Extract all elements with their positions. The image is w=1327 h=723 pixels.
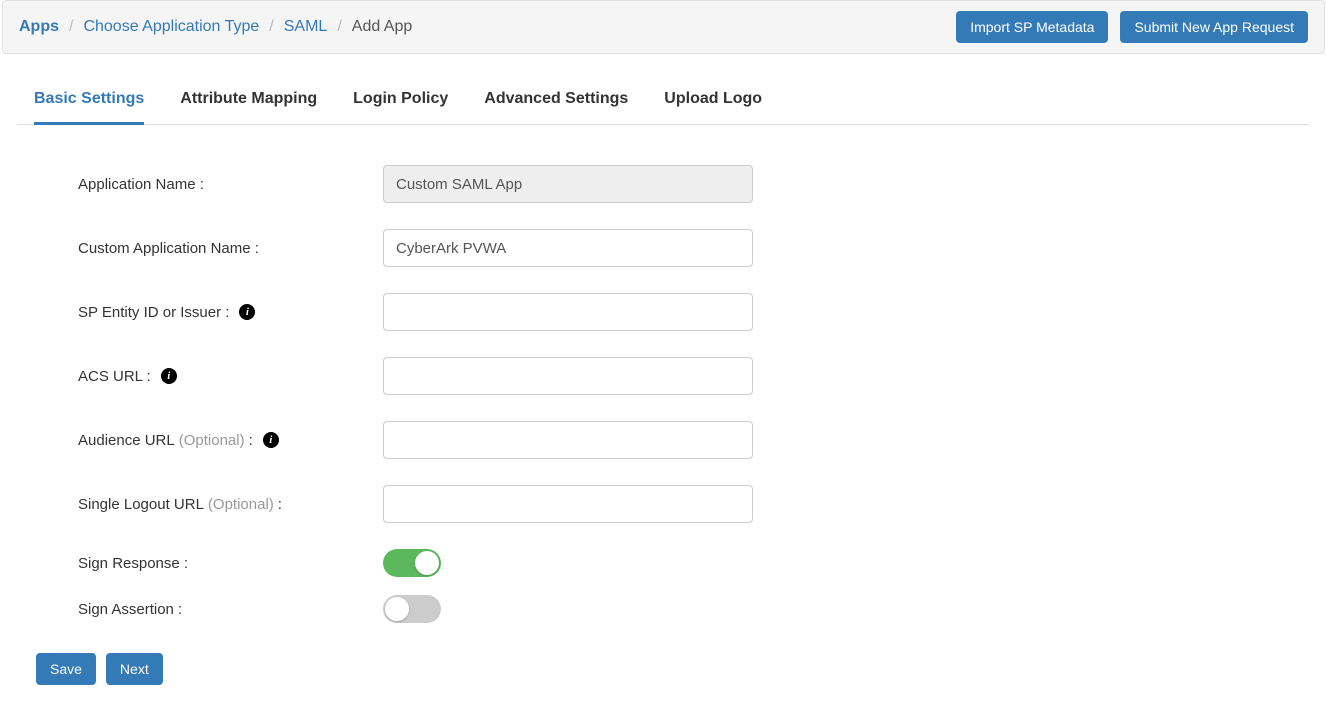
tab-attribute-mapping[interactable]: Attribute Mapping (180, 74, 317, 125)
tab-advanced-settings[interactable]: Advanced Settings (484, 74, 628, 125)
toggle-knob (385, 597, 409, 621)
breadcrumb-sep: / (337, 18, 341, 36)
label-application-name: Application Name : (78, 176, 383, 193)
tab-upload-logo[interactable]: Upload Logo (664, 74, 762, 125)
label-sp-entity-id-text: SP Entity ID or Issuer : (78, 304, 229, 321)
top-bar: Apps / Choose Application Type / SAML / … (2, 0, 1325, 54)
label-slo-optional: (Optional) (208, 496, 274, 513)
label-sp-entity-id: SP Entity ID or Issuer : i (78, 304, 383, 321)
input-sp-entity-id[interactable] (383, 293, 753, 331)
breadcrumb-saml[interactable]: SAML (284, 18, 328, 36)
label-sign-assertion: Sign Assertion : (78, 601, 383, 618)
label-audience-url-optional: (Optional) (179, 432, 245, 449)
breadcrumb-apps[interactable]: Apps (19, 18, 59, 36)
toggle-sign-assertion[interactable] (383, 595, 441, 623)
label-custom-application-name: Custom Application Name : (78, 240, 383, 257)
input-audience-url[interactable] (383, 421, 753, 459)
next-button[interactable]: Next (106, 653, 163, 685)
row-sign-response: Sign Response : (78, 549, 1309, 577)
breadcrumb-choose-type[interactable]: Choose Application Type (83, 18, 259, 36)
save-button[interactable]: Save (36, 653, 96, 685)
row-single-logout-url: Single Logout URL (Optional) : (78, 485, 1309, 523)
row-application-name: Application Name : (78, 165, 1309, 203)
label-audience-url: Audience URL (Optional) : i (78, 432, 383, 449)
breadcrumb-sep: / (69, 18, 73, 36)
label-acs-url: ACS URL : i (78, 368, 383, 385)
toggle-sign-response[interactable] (383, 549, 441, 577)
tabs: Basic Settings Attribute Mapping Login P… (18, 74, 1309, 125)
info-icon[interactable]: i (161, 368, 177, 384)
input-application-name (383, 165, 753, 203)
content: Basic Settings Attribute Mapping Login P… (0, 54, 1327, 715)
breadcrumb-sep: / (269, 18, 273, 36)
row-sign-assertion: Sign Assertion : (78, 595, 1309, 623)
submit-new-app-request-button[interactable]: Submit New App Request (1120, 11, 1308, 43)
info-icon[interactable]: i (239, 304, 255, 320)
label-sign-response: Sign Response : (78, 555, 383, 572)
row-custom-application-name: Custom Application Name : (78, 229, 1309, 267)
breadcrumb: Apps / Choose Application Type / SAML / … (19, 18, 412, 36)
breadcrumb-current: Add App (352, 18, 413, 36)
tab-basic-settings[interactable]: Basic Settings (34, 74, 144, 125)
toggle-knob (415, 551, 439, 575)
input-custom-application-name[interactable] (383, 229, 753, 267)
label-audience-url-post: : (249, 432, 253, 449)
row-sp-entity-id: SP Entity ID or Issuer : i (78, 293, 1309, 331)
input-single-logout-url[interactable] (383, 485, 753, 523)
import-sp-metadata-button[interactable]: Import SP Metadata (956, 11, 1108, 43)
info-icon[interactable]: i (263, 432, 279, 448)
tab-login-policy[interactable]: Login Policy (353, 74, 448, 125)
label-single-logout-url: Single Logout URL (Optional) : (78, 496, 383, 513)
label-acs-url-text: ACS URL : (78, 368, 151, 385)
label-slo-pre: Single Logout URL (78, 496, 204, 513)
label-slo-post: : (278, 496, 282, 513)
footer-actions: Save Next (18, 653, 1309, 685)
input-acs-url[interactable] (383, 357, 753, 395)
form-area: Application Name : Custom Application Na… (18, 165, 1309, 623)
row-audience-url: Audience URL (Optional) : i (78, 421, 1309, 459)
label-audience-url-pre: Audience URL (78, 432, 175, 449)
row-acs-url: ACS URL : i (78, 357, 1309, 395)
top-actions: Import SP Metadata Submit New App Reques… (956, 11, 1308, 43)
